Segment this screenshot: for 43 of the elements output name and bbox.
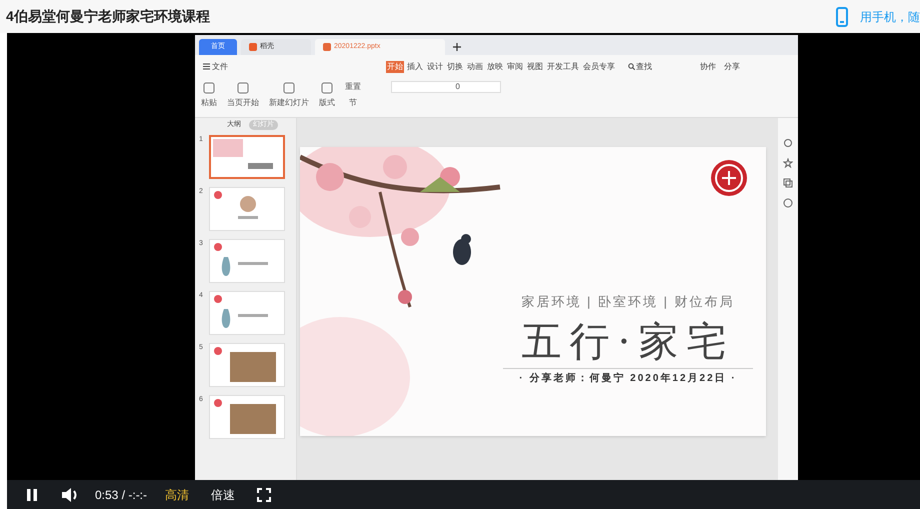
ribbon-button[interactable]: 重置	[345, 81, 361, 93]
phone-icon[interactable]	[836, 6, 848, 26]
menu-tab[interactable]: 视图	[526, 60, 544, 72]
file-icon	[323, 43, 331, 51]
fullscreen-button[interactable]	[257, 488, 272, 502]
frame-icon	[282, 81, 296, 95]
slide-subtitle: 家居环境 | 卧室环境 | 财位布局	[521, 293, 735, 311]
ribbon-button[interactable]: 版式	[319, 81, 335, 109]
slide-byline: · 分享老师：何曼宁 2020年12月22日 ·	[519, 371, 737, 386]
menu-icon	[203, 63, 210, 70]
menu-tab[interactable]: 会员专享	[582, 60, 616, 72]
course-title: 4伯易堂何曼宁老师家宅环境课程	[6, 7, 210, 26]
menu-tab[interactable]: 切换	[446, 60, 464, 72]
playback-time: 0:53 / -:-:-	[95, 486, 148, 504]
copy-icon[interactable]	[783, 178, 793, 188]
ribbon-button[interactable]: 当页开始	[227, 81, 259, 109]
pause-button[interactable]	[25, 488, 39, 502]
ribbon-button[interactable]: 节	[345, 97, 361, 109]
app-icon	[249, 43, 257, 51]
search-icon	[628, 63, 635, 70]
menu-tab[interactable]: 审阅	[506, 60, 524, 72]
slide-title: 五行·家宅	[522, 318, 734, 366]
frame-icon	[320, 81, 334, 95]
new-tab-plus-icon[interactable]	[453, 43, 461, 51]
speed-button[interactable]: 倍速	[211, 486, 236, 504]
menu-tab[interactable]: 动画	[466, 60, 484, 72]
font-size-field[interactable]: 0	[391, 81, 501, 93]
seal-icon	[710, 159, 748, 197]
toolbar-button[interactable]: 协作	[700, 60, 716, 72]
frame-icon	[236, 81, 250, 95]
quality-button[interactable]: 高清	[165, 486, 190, 504]
menu-tab[interactable]: 放映	[486, 60, 504, 72]
menu-tab[interactable]: 设计	[426, 60, 444, 72]
search-button[interactable]: 查找	[626, 60, 654, 72]
menu-tab[interactable]: 插入	[406, 60, 424, 72]
menu-tab[interactable]: 开发工具	[546, 60, 580, 72]
slide-thumbnail[interactable]	[209, 135, 285, 179]
file-menu[interactable]: 文件	[201, 60, 230, 72]
toolbar-button[interactable]: 分享	[724, 60, 740, 72]
ribbon-button[interactable]: 粘贴	[201, 81, 217, 109]
frame-icon	[202, 81, 216, 95]
ribbon-button[interactable]: 新建幻灯片	[269, 81, 309, 109]
star-icon[interactable]	[783, 158, 793, 168]
